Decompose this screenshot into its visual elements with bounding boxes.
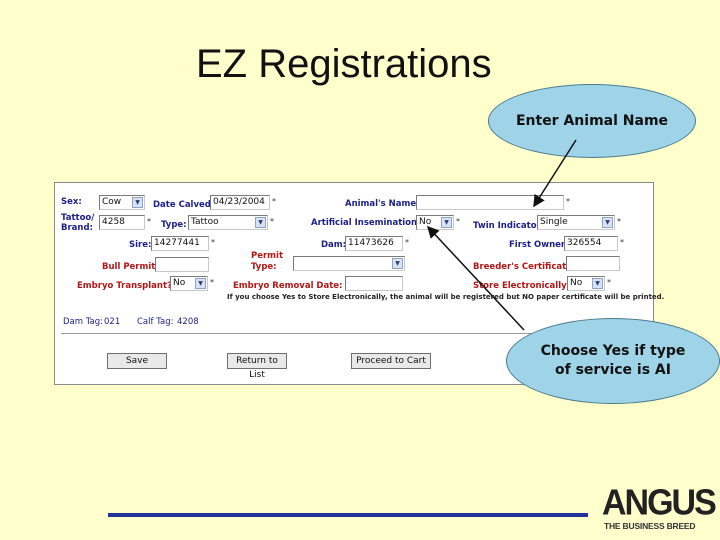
- twin-indicator-value: Single: [540, 217, 568, 227]
- type-label: Type:: [161, 220, 187, 230]
- dam-tag-label: Dam Tag:: [63, 317, 103, 327]
- chevron-down-icon: ▼: [392, 258, 403, 269]
- chevron-down-icon: ▼: [195, 278, 206, 289]
- slide-title: EZ Registrations: [196, 42, 492, 86]
- required-mark: *: [617, 217, 621, 226]
- chevron-down-icon: ▼: [441, 217, 452, 228]
- ai-label: Artificial Insemination?:: [311, 218, 426, 228]
- store-electronically-note: If you choose Yes to Store Electronicall…: [227, 293, 665, 301]
- bull-permit-label: Bull Permit:: [102, 262, 159, 272]
- required-mark: *: [211, 238, 215, 247]
- required-mark: *: [270, 217, 274, 226]
- return-to-list-button[interactable]: Return to List: [227, 353, 287, 380]
- proceed-to-cart-button[interactable]: Proceed to Cart: [351, 353, 431, 369]
- tattoo-input[interactable]: 4258: [99, 215, 145, 230]
- required-mark: *: [620, 238, 624, 247]
- required-mark: *: [607, 278, 611, 287]
- required-mark: *: [272, 197, 276, 206]
- sire-input[interactable]: 14277441: [151, 236, 209, 251]
- animals-name-label: Animal's Name:: [345, 199, 420, 209]
- required-mark: *: [566, 197, 570, 206]
- permit-type-label: Permit Type:: [251, 251, 284, 272]
- required-mark: *: [405, 238, 409, 247]
- embryo-transplant-select[interactable]: No ▼: [170, 276, 208, 291]
- permit-type-select[interactable]: ▼: [293, 256, 405, 271]
- animals-name-input[interactable]: [416, 195, 564, 210]
- callout-choose-yes-ai: Choose Yes if type of service is AI: [506, 318, 720, 404]
- breeders-certificate-input[interactable]: [566, 256, 620, 271]
- embryo-removal-date-label: Embryo Removal Date:: [233, 281, 343, 291]
- callout-enter-animal-name: Enter Animal Name: [488, 84, 696, 158]
- date-calved-label: Date Calved:: [153, 200, 215, 210]
- callout-text: Enter Animal Name: [515, 113, 669, 129]
- chevron-down-icon: ▼: [255, 217, 266, 228]
- embryo-removal-date-input[interactable]: [345, 276, 403, 291]
- bull-permit-input[interactable]: [155, 257, 209, 272]
- dam-tag-value: 021: [104, 317, 121, 327]
- callout-text: Choose Yes if type of service is AI: [540, 343, 686, 378]
- type-select-value: Tattoo: [191, 217, 219, 227]
- twin-indicator-select[interactable]: Single ▼: [537, 215, 615, 230]
- sex-label: Sex:: [61, 197, 82, 207]
- calf-tag-value: 4208: [177, 317, 199, 327]
- required-mark: *: [456, 217, 460, 226]
- calf-tag-label: Calf Tag:: [137, 317, 174, 327]
- logo-tagline: THE BUSINESS BREED: [604, 521, 696, 531]
- date-calved-input[interactable]: 04/23/2004: [210, 195, 270, 210]
- chevron-down-icon: ▼: [132, 197, 143, 208]
- chevron-down-icon: ▼: [602, 217, 613, 228]
- embryo-transplant-label: Embryo Transplant?:: [77, 281, 176, 291]
- ai-select-value: No: [419, 217, 432, 227]
- tattoo-brand-label: Tattoo/ Brand:: [61, 213, 95, 233]
- required-mark: *: [210, 278, 214, 287]
- first-owner-label: First Owner:: [509, 240, 569, 250]
- angus-logo: ANGUS THE BUSINESS BREED: [602, 485, 717, 532]
- logo-wordmark: ANGUS: [602, 483, 717, 523]
- store-electronically-select[interactable]: No ▼: [567, 276, 605, 291]
- footer-divider: [108, 513, 588, 517]
- chevron-down-icon: ▼: [592, 278, 603, 289]
- breeders-certificate-label: Breeder's Certificate:: [473, 262, 576, 272]
- dam-label: Dam:: [321, 240, 347, 250]
- save-button[interactable]: Save: [107, 353, 167, 369]
- required-mark: *: [147, 217, 151, 226]
- dam-input[interactable]: 11473626: [345, 236, 403, 251]
- sex-select[interactable]: Cow ▼: [99, 195, 145, 210]
- sire-label: Sire:: [129, 240, 152, 250]
- store-electronically-label: Store Electronically?:: [473, 281, 575, 291]
- first-owner-input[interactable]: 326554: [564, 236, 618, 251]
- twin-indicator-label: Twin Indicator:: [473, 221, 545, 231]
- sex-select-value: Cow: [102, 197, 122, 207]
- embryo-transplant-value: No: [173, 278, 186, 288]
- type-select[interactable]: Tattoo ▼: [188, 215, 268, 230]
- ai-select[interactable]: No ▼: [416, 215, 454, 230]
- store-electronically-value: No: [570, 278, 583, 288]
